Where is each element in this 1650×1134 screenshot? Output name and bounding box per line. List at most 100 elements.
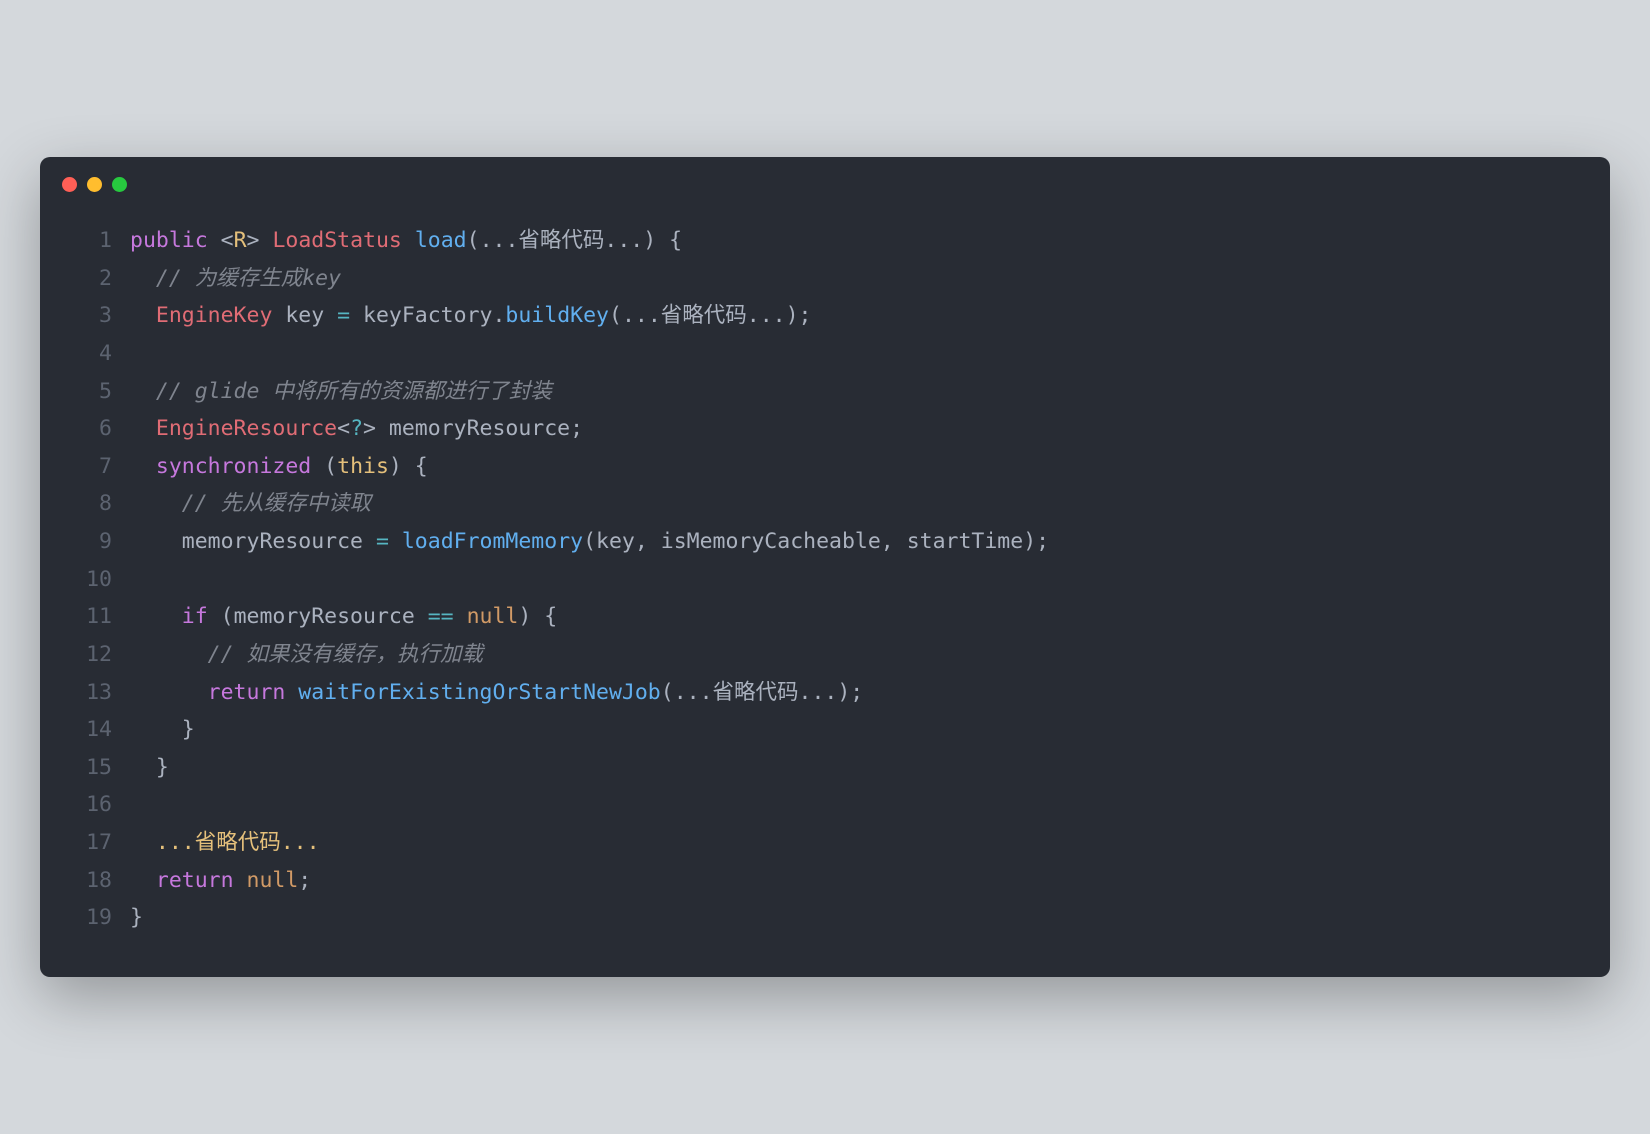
code-token: EngineResource: [156, 416, 337, 441]
code-token: LoadStatus: [272, 228, 401, 253]
code-token: ...省略代码...: [156, 830, 320, 855]
code-token: [130, 680, 208, 705]
code-token: [130, 454, 156, 479]
code-content: synchronized (this) {: [130, 448, 1580, 486]
code-content: if (memoryResource == null) {: [130, 598, 1580, 636]
code-content: public <R> LoadStatus load(...省略代码...) {: [130, 222, 1580, 260]
line-number: 12: [70, 636, 112, 674]
code-token: <: [221, 228, 234, 253]
code-token: // 先从缓存中读取: [182, 491, 371, 516]
line-number: 1: [70, 222, 112, 260]
code-token: return: [208, 680, 286, 705]
code-token: ): [643, 228, 656, 253]
code-token: load: [415, 228, 467, 253]
line-number: 16: [70, 786, 112, 824]
code-content: [130, 335, 1580, 373]
line-number: 3: [70, 297, 112, 335]
code-token: keyFactory.: [350, 303, 505, 328]
code-token: loadFromMemory: [402, 529, 583, 554]
code-token: [402, 228, 415, 253]
code-token: [208, 228, 221, 253]
code-token: }: [130, 717, 195, 742]
code-content: [130, 561, 1580, 599]
code-token: (: [661, 680, 674, 705]
code-token: // glide 中将所有的资源都进行了封装: [156, 379, 552, 404]
code-token: (: [583, 529, 596, 554]
code-line: 3 EngineKey key = keyFactory.buildKey(..…: [70, 297, 1580, 335]
code-token: null: [247, 868, 299, 893]
code-token: );: [786, 303, 812, 328]
code-token: null: [467, 604, 519, 629]
code-token: [130, 604, 182, 629]
code-token: ) {: [518, 604, 557, 629]
code-content: // glide 中将所有的资源都进行了封装: [130, 373, 1580, 411]
code-token: key, isMemoryCacheable, startTime: [596, 529, 1023, 554]
code-line: 12 // 如果没有缓存，执行加载: [70, 636, 1580, 674]
code-token: ...省略代码...: [622, 303, 786, 328]
code-token: R: [234, 228, 247, 253]
code-token: memoryResource: [234, 604, 428, 629]
code-token: this: [337, 454, 389, 479]
line-number: 14: [70, 711, 112, 749]
line-number: 15: [70, 749, 112, 787]
code-token: [285, 680, 298, 705]
code-line: 16: [70, 786, 1580, 824]
code-content: EngineKey key = keyFactory.buildKey(...省…: [130, 297, 1580, 335]
code-token: (: [467, 228, 480, 253]
code-content: return null;: [130, 862, 1580, 900]
code-line: 10: [70, 561, 1580, 599]
code-line: 5 // glide 中将所有的资源都进行了封装: [70, 373, 1580, 411]
line-number: 2: [70, 260, 112, 298]
code-token: synchronized: [156, 454, 311, 479]
line-number: 17: [70, 824, 112, 862]
line-number: 10: [70, 561, 112, 599]
code-content: // 为缓存生成key: [130, 260, 1580, 298]
code-content: memoryResource = loadFromMemory(key, isM…: [130, 523, 1580, 561]
code-content: return waitForExistingOrStartNewJob(...省…: [130, 674, 1580, 712]
code-line: 19}: [70, 899, 1580, 937]
code-token: if: [182, 604, 208, 629]
line-number: 6: [70, 410, 112, 448]
code-token: <: [337, 416, 350, 441]
code-line: 18 return null;: [70, 862, 1580, 900]
code-content: EngineResource<?> memoryResource;: [130, 410, 1580, 448]
code-token: memoryResource;: [376, 416, 583, 441]
code-line: 14 }: [70, 711, 1580, 749]
code-token: waitForExistingOrStartNewJob: [298, 680, 660, 705]
code-token: memoryResource: [130, 529, 376, 554]
code-token: [130, 830, 156, 855]
code-token: ...省略代码...: [674, 680, 838, 705]
code-token: >: [247, 228, 260, 253]
code-token: // 如果没有缓存，执行加载: [208, 642, 483, 667]
code-token: ==: [428, 604, 454, 629]
code-token: return: [156, 868, 234, 893]
code-line: 2 // 为缓存生成key: [70, 260, 1580, 298]
code-line: 17 ...省略代码...: [70, 824, 1580, 862]
titlebar: [40, 157, 1610, 202]
code-token: key: [272, 303, 337, 328]
code-token: >: [363, 416, 376, 441]
code-line: 13 return waitForExistingOrStartNewJob(.…: [70, 674, 1580, 712]
minimize-icon[interactable]: [87, 177, 102, 192]
maximize-icon[interactable]: [112, 177, 127, 192]
code-line: 9 memoryResource = loadFromMemory(key, i…: [70, 523, 1580, 561]
code-content: }: [130, 749, 1580, 787]
code-token: }: [130, 755, 169, 780]
code-line: 4: [70, 335, 1580, 373]
code-token: ) {: [389, 454, 428, 479]
code-token: ...省略代码...: [480, 228, 644, 253]
code-token: }: [130, 905, 143, 930]
code-token: ?: [350, 416, 363, 441]
line-number: 5: [70, 373, 112, 411]
code-token: [259, 228, 272, 253]
code-content: ...省略代码...: [130, 824, 1580, 862]
code-content: }: [130, 711, 1580, 749]
code-content: }: [130, 899, 1580, 937]
line-number: 4: [70, 335, 112, 373]
code-line: 11 if (memoryResource == null) {: [70, 598, 1580, 636]
line-number: 9: [70, 523, 112, 561]
close-icon[interactable]: [62, 177, 77, 192]
code-line: 15 }: [70, 749, 1580, 787]
code-content: // 先从缓存中读取: [130, 485, 1580, 523]
code-token: [454, 604, 467, 629]
